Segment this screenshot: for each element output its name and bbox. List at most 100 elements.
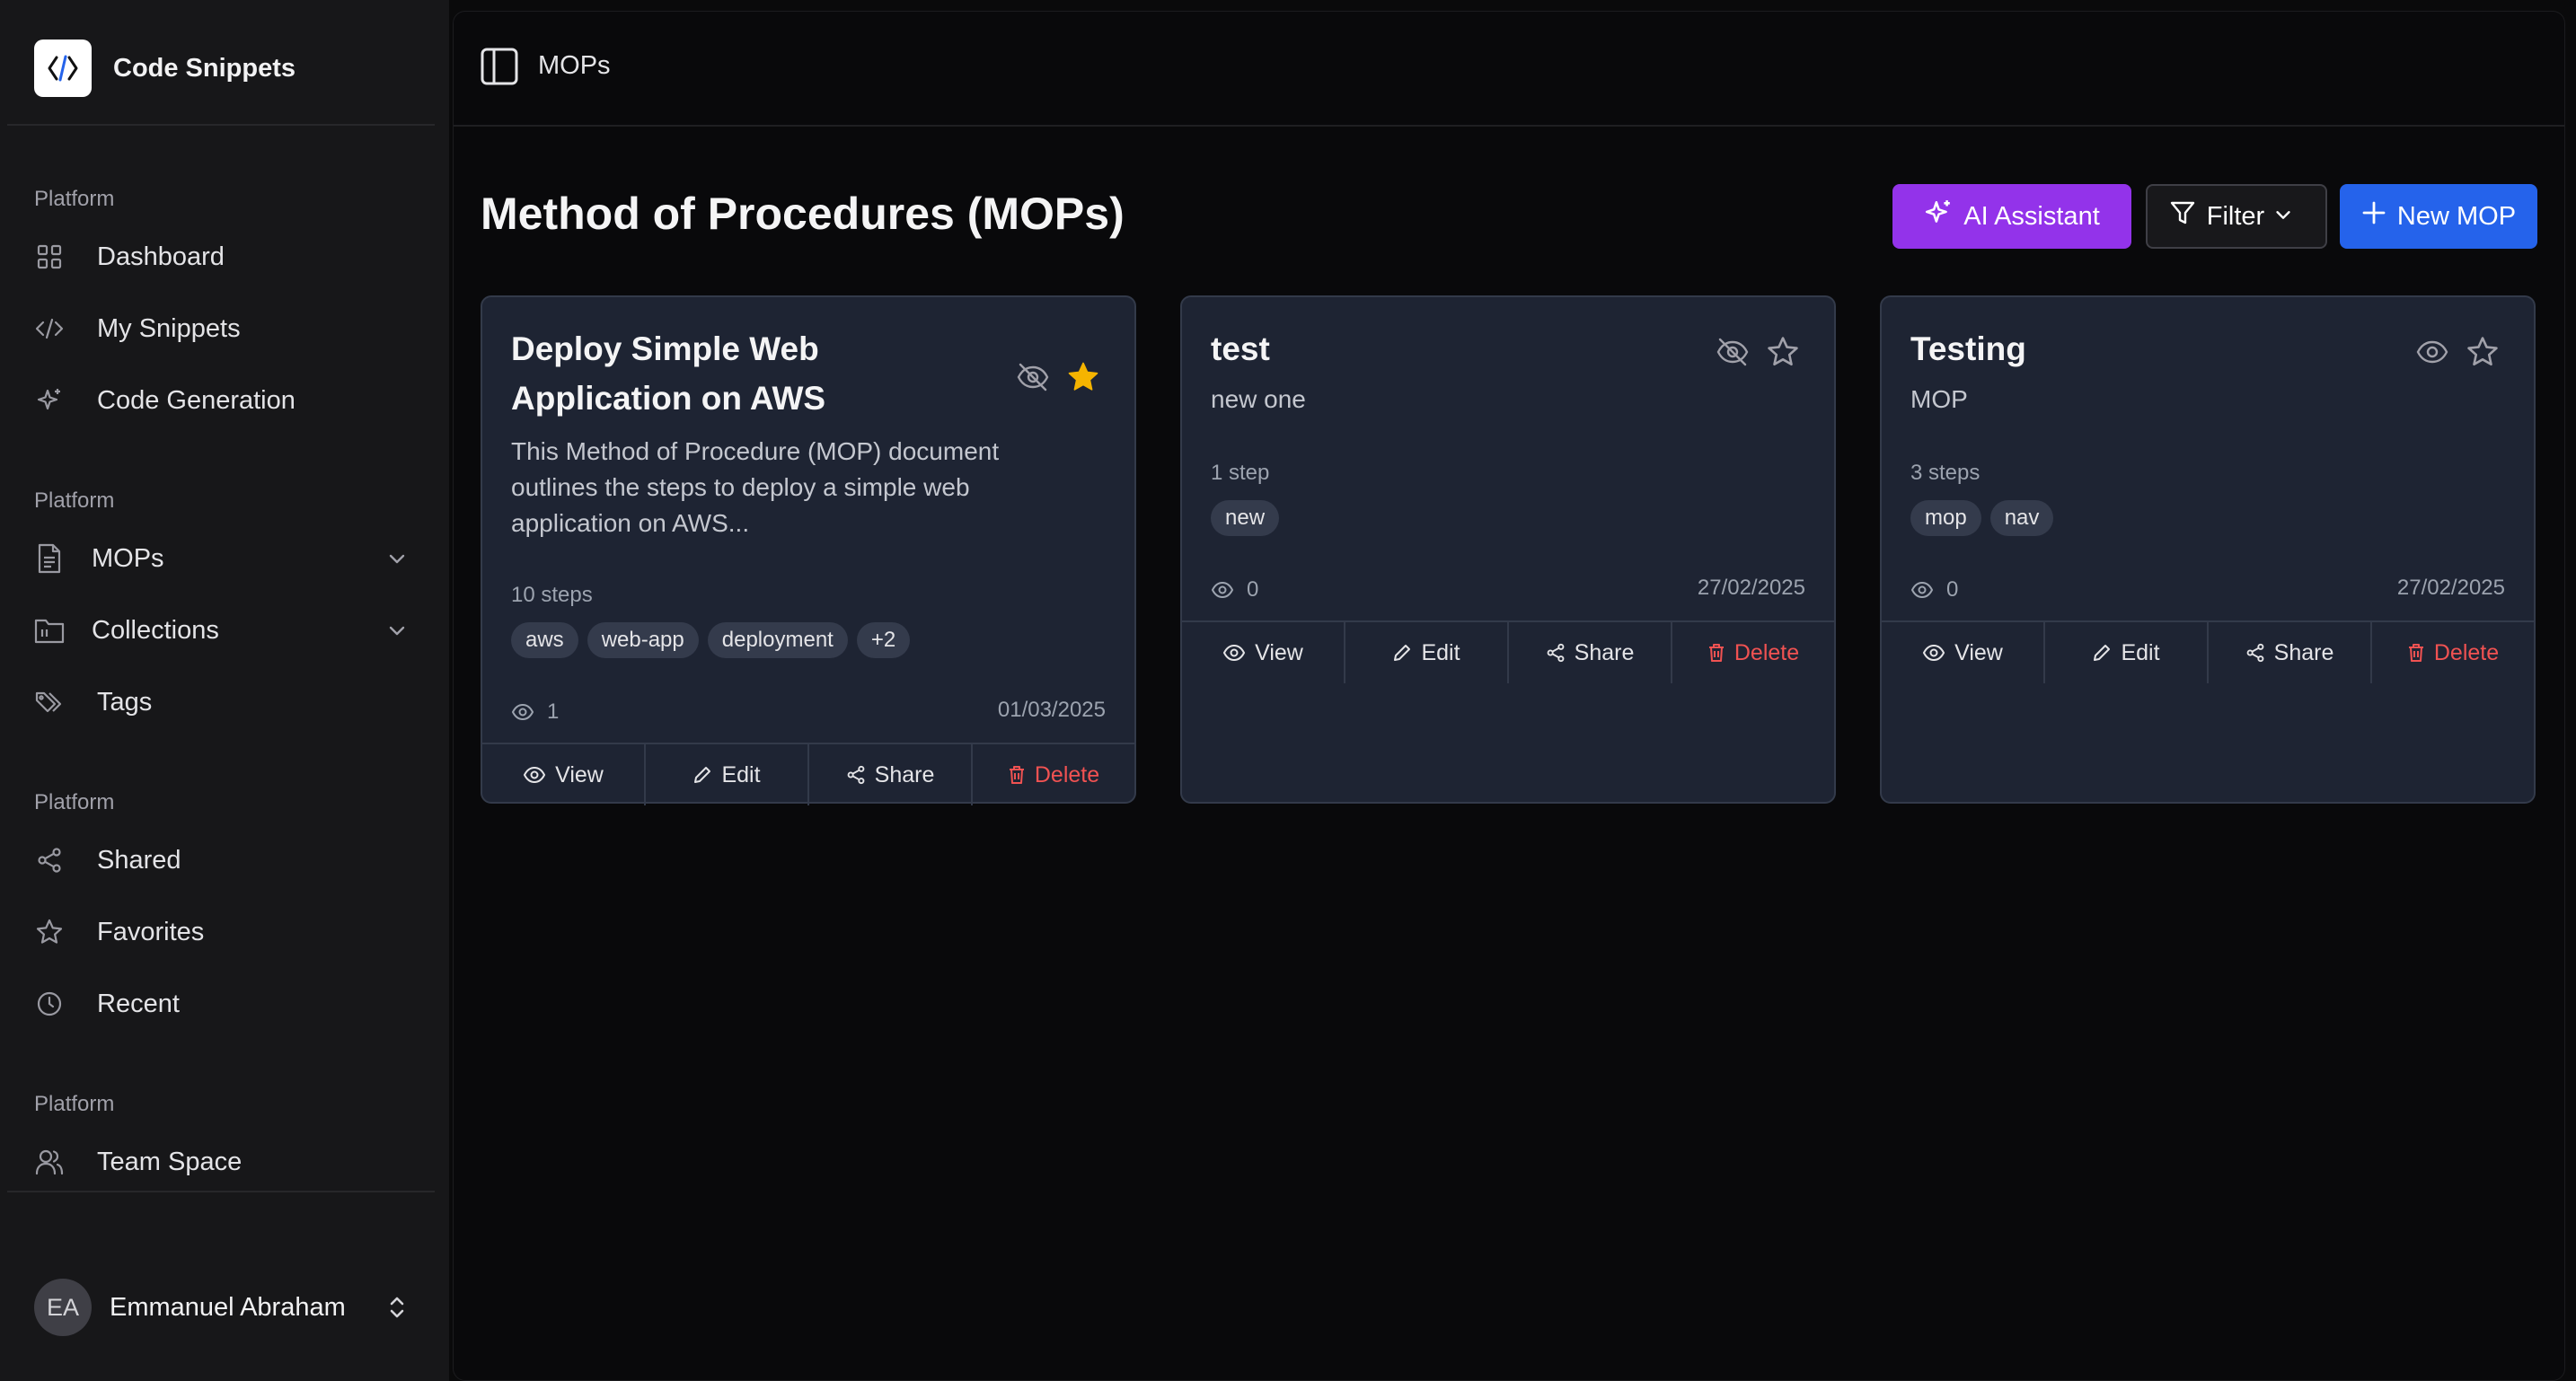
ai-assistant-button[interactable]: AI Assistant [1892, 184, 2131, 249]
card-date: 27/02/2025 [2396, 576, 2505, 600]
sidebar-item-label: Team Space [97, 1147, 243, 1176]
eye-icon [1910, 581, 1934, 599]
edit-button[interactable]: Edit [646, 744, 809, 805]
sidebar-item-label: My Snippets [97, 313, 241, 343]
star-filled-icon[interactable] [1066, 360, 1100, 394]
sidebar-item-my-snippets[interactable]: My Snippets [34, 303, 411, 354]
app-logo-icon [34, 40, 92, 97]
code-icon [34, 313, 65, 344]
share-label: Share [1574, 639, 1635, 665]
eye-off-icon[interactable] [1716, 335, 1750, 369]
delete-button[interactable]: Delete [973, 744, 1134, 805]
star-icon[interactable] [2466, 335, 2500, 369]
mop-card[interactable]: Deploy Simple Web Application on AWS Thi… [481, 295, 1136, 805]
tag[interactable]: web-app [587, 622, 699, 658]
view-button[interactable]: View [1182, 622, 1345, 683]
tag[interactable]: mop [1910, 500, 1981, 536]
top-bar: MOPs [454, 12, 2564, 127]
share-button[interactable]: Share [809, 744, 973, 805]
tag[interactable]: aws [511, 622, 578, 658]
edit-label: Edit [2121, 639, 2160, 665]
delete-button[interactable]: Delete [1672, 622, 1834, 683]
card-title[interactable]: Testing [1910, 324, 2395, 374]
sidebar-item-favorites[interactable]: Favorites [34, 907, 411, 957]
card-steps: 1 step [1211, 461, 1270, 485]
users-icon [34, 1147, 65, 1177]
sidebar-item-label: Collections [92, 615, 219, 645]
sidebar-item-dashboard[interactable]: Dashboard [34, 232, 411, 282]
eye-icon [1923, 644, 1945, 662]
card-actions: View Edit Share Delete [1182, 620, 1834, 683]
filter-button[interactable]: Filter [2146, 184, 2327, 249]
section-label: Platform [34, 790, 115, 814]
share-button[interactable]: Share [2209, 622, 2372, 683]
edit-label: Edit [1421, 639, 1460, 665]
tag[interactable]: deployment [707, 622, 848, 658]
delete-label: Delete [1734, 639, 1800, 665]
view-button[interactable]: View [482, 744, 646, 805]
eye-icon[interactable] [2415, 335, 2449, 369]
card-description: MOP [1910, 385, 1968, 413]
grid-icon [34, 242, 65, 272]
edit-button[interactable]: Edit [2045, 622, 2209, 683]
brand[interactable]: Code Snippets [34, 40, 296, 97]
tag-more[interactable]: +2 [856, 622, 911, 658]
mop-card[interactable]: Testing MOP 3 steps mop nav 0 27/02/2025… [1880, 295, 2536, 804]
sidebar-item-label: MOPs [92, 543, 164, 573]
sidebar-item-recent[interactable]: Recent [34, 979, 411, 1029]
card-description: new one [1211, 385, 1306, 413]
sidebar-item-team-space[interactable]: Team Space [34, 1137, 411, 1187]
ai-assistant-label: AI Assistant [1963, 201, 2100, 231]
view-count: 0 [1211, 577, 1258, 603]
edit-button[interactable]: Edit [1345, 622, 1509, 683]
new-mop-button[interactable]: New MOP [2340, 184, 2537, 249]
card-date: 27/02/2025 [1697, 576, 1805, 600]
edit-label: Edit [721, 761, 761, 787]
mop-card[interactable]: test new one 1 step new 0 27/02/2025 Vie… [1180, 295, 1836, 804]
view-count-value: 0 [1247, 577, 1259, 602]
view-label: View [1954, 639, 2003, 665]
page-title: Method of Procedures (MOPs) [481, 189, 1125, 239]
sidebar-toggle-icon[interactable] [479, 46, 520, 87]
sidebar-item-mops[interactable]: MOPs [34, 533, 411, 584]
view-button[interactable]: View [1882, 622, 2045, 683]
delete-label: Delete [2433, 639, 2500, 665]
delete-button[interactable]: Delete [2372, 622, 2534, 683]
share-button[interactable]: Share [1509, 622, 1672, 683]
sidebar-item-collections[interactable]: Collections [34, 605, 411, 655]
sidebar-item-shared[interactable]: Shared [34, 835, 411, 885]
trash-icon [1009, 766, 1024, 784]
star-icon[interactable] [1766, 335, 1800, 369]
sidebar-item-tags[interactable]: Tags [34, 677, 411, 727]
pencil-icon [1394, 645, 1411, 661]
chevron-down-icon[interactable] [383, 616, 411, 645]
sidebar-item-label: Code Generation [97, 385, 296, 415]
sparkles-icon [1924, 198, 1963, 234]
breadcrumb[interactable]: MOPs [538, 51, 611, 81]
tag-list: mop nav [1910, 500, 2062, 536]
card-title[interactable]: Deploy Simple Web Application on AWS [511, 324, 996, 423]
avatar: EA [34, 1279, 92, 1336]
sidebar-item-code-generation[interactable]: Code Generation [34, 375, 411, 426]
card-actions: View Edit Share Delete [482, 743, 1134, 805]
view-count: 1 [511, 699, 559, 725]
section-label: Platform [34, 1092, 115, 1116]
eye-icon [1223, 644, 1246, 662]
card-title[interactable]: test [1211, 324, 1696, 374]
eye-icon [1211, 581, 1234, 599]
trash-icon [2408, 644, 2423, 662]
user-name: Emmanuel Abraham [110, 1292, 346, 1322]
delete-label: Delete [1034, 761, 1100, 787]
card-steps: 3 steps [1910, 461, 1981, 485]
tag[interactable]: new [1211, 500, 1280, 536]
share-icon [1547, 643, 1565, 663]
share-icon [34, 845, 65, 875]
eye-off-icon[interactable] [1016, 360, 1050, 394]
app-name: Code Snippets [113, 53, 296, 83]
user-menu[interactable]: EA Emmanuel Abraham [34, 1279, 411, 1336]
tag[interactable]: nav [1989, 500, 2054, 536]
sidebar-divider [7, 1191, 435, 1192]
section-label: Platform [34, 488, 115, 513]
chevron-down-icon[interactable] [383, 544, 411, 573]
pencil-icon [2094, 645, 2111, 661]
